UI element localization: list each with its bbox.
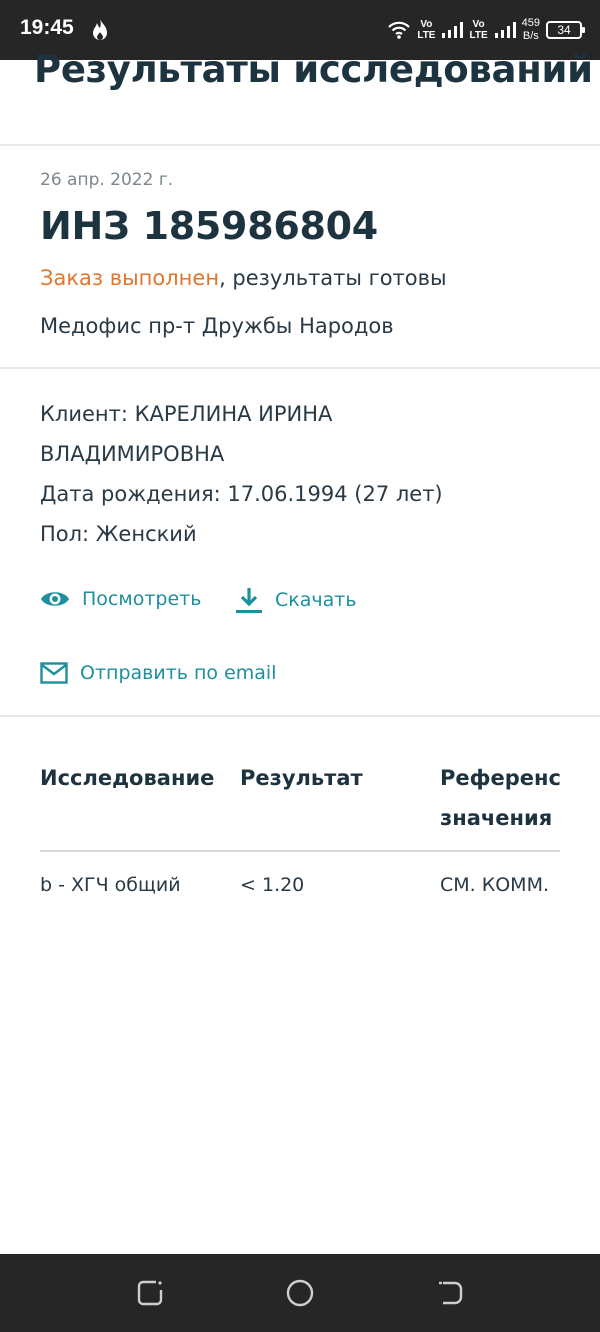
view-button-label: Посмотреть <box>82 588 202 610</box>
status-time: 19:45 <box>20 16 74 39</box>
battery-icon: 34 <box>546 21 585 39</box>
download-icon <box>236 588 262 613</box>
client-name-line2: ВЛАДИМИРОВНА <box>40 442 225 466</box>
speed-value: 459 <box>521 17 540 29</box>
volte1-top: Vo <box>420 19 433 30</box>
flame-icon <box>93 19 107 40</box>
client-name-line1: Клиент: КАРЕЛИНА ИРИНА <box>40 402 333 426</box>
navigation-bar <box>0 1254 600 1332</box>
recent-apps-icon[interactable] <box>135 1278 165 1308</box>
divider <box>0 144 600 146</box>
volte2-top: Vo <box>472 19 485 30</box>
column-header-reference-line1: Референсі <box>440 766 560 790</box>
cell-reference: СМ. КОММ. <box>440 874 550 896</box>
column-header-result: Результат <box>240 766 363 790</box>
cell-result: < 1.20 <box>240 874 305 896</box>
speed-unit: B/s <box>522 30 539 42</box>
column-header-reference-line2: значения <box>440 806 553 830</box>
order-date: 26 апр. 2022 г. <box>40 170 174 190</box>
divider <box>0 367 600 369</box>
email-button-label: Отправить по email <box>80 662 277 684</box>
network-speed: 459 B/s <box>522 17 540 43</box>
volte-indicator-2: Vo LTE <box>469 19 487 41</box>
volte2-bottom: LTE <box>469 30 488 41</box>
wifi-icon <box>388 21 411 39</box>
email-button[interactable]: Отправить по email <box>40 662 277 684</box>
column-header-test: Исследование <box>40 766 215 790</box>
table-header-rule <box>40 850 560 852</box>
home-icon[interactable] <box>285 1278 315 1308</box>
client-birth-date: Дата рождения: 17.06.1994 (27 лет) <box>40 482 443 506</box>
download-button-label: Скачать <box>275 589 357 611</box>
signal-icon-2 <box>494 22 516 38</box>
signal-icon-1 <box>442 22 464 38</box>
client-info: Клиент: КАРЕЛИНА ИРИНА ВЛАДИМИРОВНА Дата… <box>40 394 580 554</box>
download-button[interactable]: Скачать <box>235 586 357 614</box>
medical-office: Медофис пр-т Дружбы Народов <box>40 314 394 338</box>
eye-icon <box>41 592 69 606</box>
page-title: Результаты исследований <box>34 48 593 91</box>
status-icons: Vo LTE Vo LTE 459 B/s 34 <box>387 12 585 48</box>
order-status-accent: Заказ выполнен <box>40 266 220 290</box>
view-button[interactable]: Посмотреть <box>40 588 201 610</box>
cell-test: b - ХГЧ общий <box>40 874 181 896</box>
volte1-bottom: LTE <box>417 30 436 41</box>
mail-icon <box>40 662 68 684</box>
order-status-rest: , результаты готовы <box>219 266 447 290</box>
order-number: ИНЗ 185986804 <box>40 204 378 248</box>
volte-indicator-1: Vo LTE <box>417 19 435 41</box>
client-gender: Пол: Женский <box>40 522 197 546</box>
back-icon[interactable] <box>435 1278 465 1308</box>
column-header-reference: Референсі значения <box>440 758 560 838</box>
order-status: Заказ выполнен, результаты готовы <box>40 266 447 290</box>
divider <box>0 715 600 717</box>
